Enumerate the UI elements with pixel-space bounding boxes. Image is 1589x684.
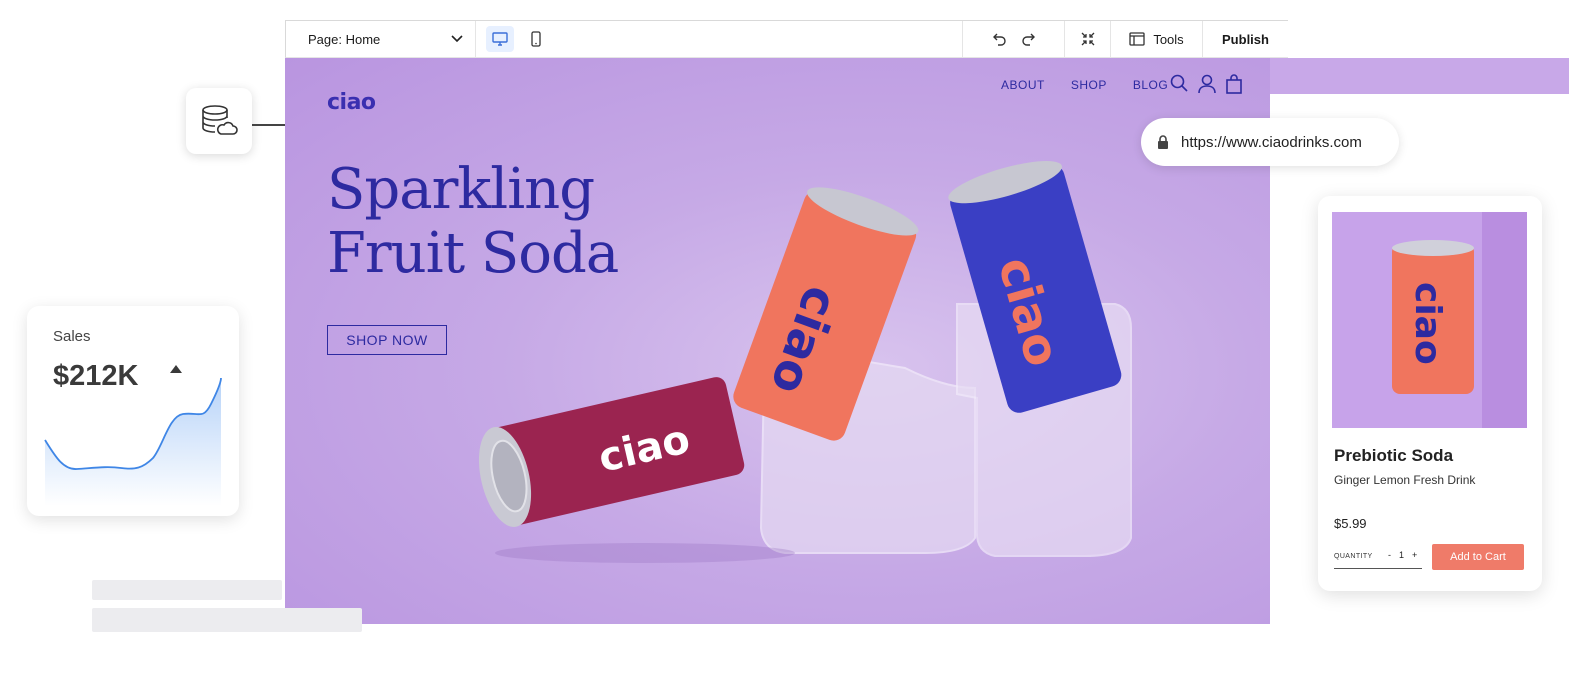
website-preview: ciao ciao ciao ciao ABOUT SHOP BLOG Spar… (285, 58, 1270, 624)
hero-title: Sparkling Fruit Soda (327, 157, 619, 286)
product-subtitle: Ginger Lemon Fresh Drink (1334, 473, 1476, 487)
site-logo[interactable]: ciao (327, 90, 376, 115)
publish-button[interactable]: Publish (1202, 21, 1288, 57)
lock-icon (1158, 135, 1168, 149)
quantity-underline (1334, 568, 1422, 569)
site-nav-icons (1170, 74, 1242, 94)
quantity-minus-button[interactable]: - (1388, 550, 1391, 560)
nav-item-shop[interactable]: SHOP (1071, 78, 1107, 92)
shop-now-button[interactable]: SHOP NOW (327, 325, 447, 355)
phone-can-logo: ciao (1407, 282, 1448, 365)
desktop-icon (492, 32, 508, 46)
site-nav: ABOUT SHOP BLOG (1001, 78, 1168, 92)
undo-icon[interactable] (992, 32, 1008, 46)
mobile-icon (531, 31, 541, 47)
desktop-view-button[interactable] (486, 26, 514, 52)
database-card[interactable] (186, 88, 252, 154)
faded-text-shape (92, 580, 362, 632)
shopping-bag-icon[interactable] (1226, 74, 1242, 94)
nav-item-blog[interactable]: BLOG (1133, 78, 1168, 92)
trend-up-icon (170, 365, 182, 373)
sales-label: Sales (53, 328, 91, 345)
database-connector-line (252, 124, 285, 126)
tools-label: Tools (1153, 31, 1184, 47)
hero-title-line2: Fruit Soda (327, 221, 619, 286)
sales-sparkline (44, 377, 222, 506)
tools-icon (1129, 32, 1145, 46)
editor-toolbar: Page: Home Tools Publish (285, 20, 1288, 58)
hero-title-line1: Sparkling (327, 157, 595, 222)
quantity-label: QUANTITY (1334, 553, 1373, 560)
device-switcher (476, 21, 550, 57)
undo-redo-group (962, 21, 1064, 57)
database-cloud-icon (202, 105, 238, 135)
nav-item-about[interactable]: ABOUT (1001, 78, 1045, 92)
zoom-out-button[interactable] (1064, 21, 1110, 57)
tools-button[interactable]: Tools (1110, 21, 1202, 57)
product-image[interactable]: ciao (1332, 212, 1527, 428)
site-background-extension (1270, 58, 1569, 94)
collapse-icon (1081, 32, 1094, 46)
sales-widget[interactable]: Sales $212K (27, 306, 239, 516)
url-bar[interactable]: https://www.ciaodrinks.com (1141, 118, 1399, 166)
quantity-plus-button[interactable]: + (1412, 550, 1417, 560)
chevron-down-icon (451, 35, 463, 43)
redo-icon[interactable] (1020, 32, 1036, 46)
page-selector-label: Page: Home (308, 31, 381, 47)
mobile-view-button[interactable] (522, 26, 550, 52)
publish-label: Publish (1222, 31, 1269, 47)
user-icon[interactable] (1198, 74, 1216, 94)
url-text: https://www.ciaodrinks.com (1181, 133, 1362, 151)
quantity-stepper[interactable]: - 1 + (1388, 550, 1417, 560)
add-to-cart-button[interactable]: Add to Cart (1432, 544, 1524, 570)
page-selector[interactable]: Page: Home (286, 21, 476, 57)
coral-can-image: ciao (1392, 212, 1527, 428)
product-price: $5.99 (1334, 516, 1367, 531)
mobile-product-card: ciao Prebiotic Soda Ginger Lemon Fresh D… (1318, 196, 1542, 591)
quantity-value: 1 (1399, 550, 1405, 560)
decorative-caption (92, 580, 362, 642)
product-title: Prebiotic Soda (1334, 446, 1454, 465)
search-icon[interactable] (1170, 74, 1188, 92)
